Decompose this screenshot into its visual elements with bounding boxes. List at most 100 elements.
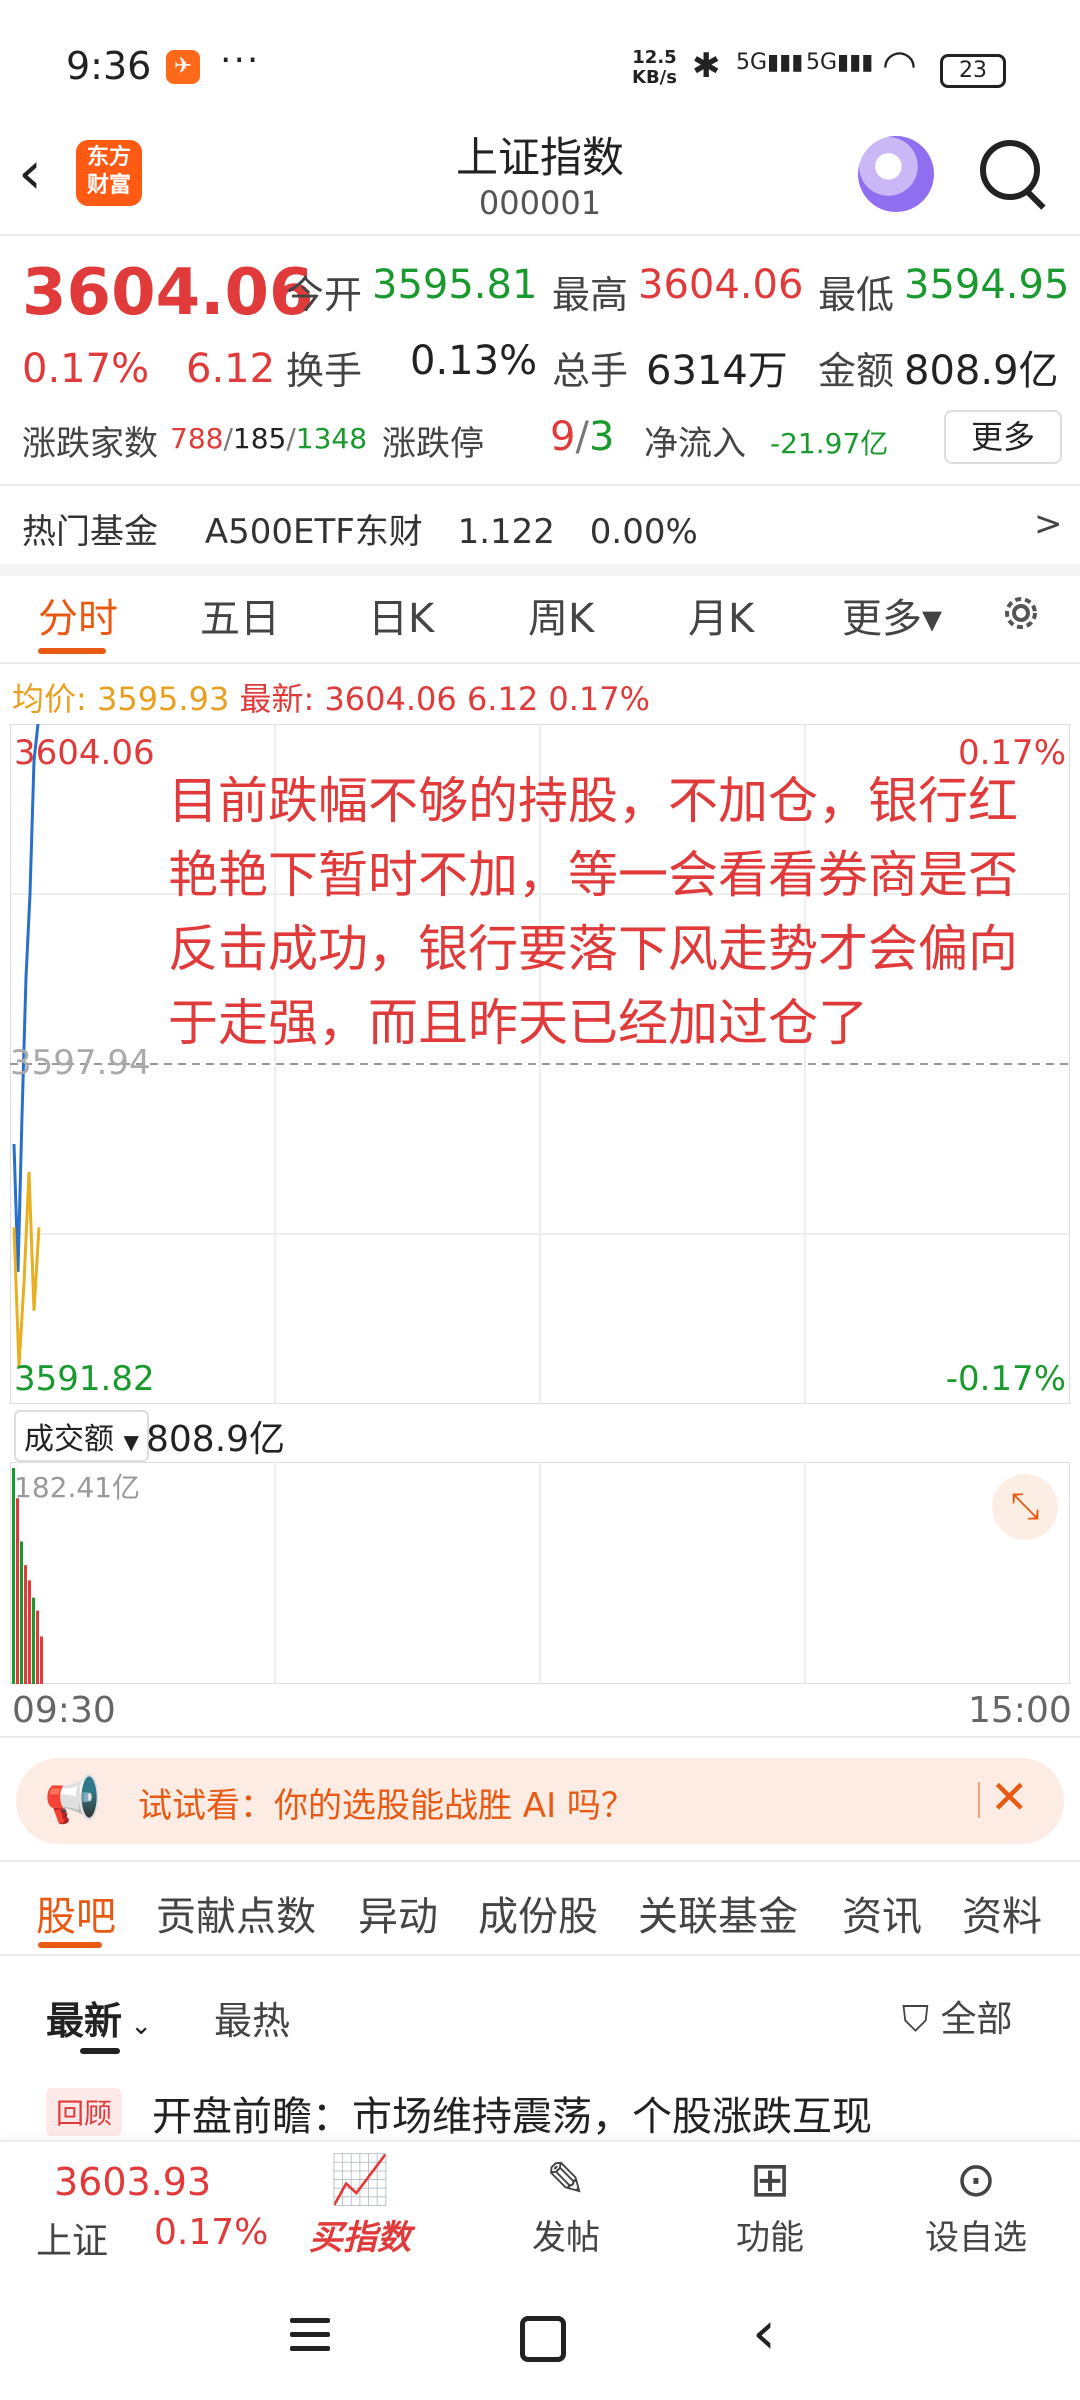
bottom-price[interactable]: 3603.93 <box>54 2160 211 2204</box>
tab-intraday[interactable]: 分时 <box>38 586 118 644</box>
home-icon[interactable] <box>520 2316 566 2362</box>
notification-app-icon: ✈ <box>166 50 200 84</box>
tab-more[interactable]: 更多▾ <box>842 586 942 644</box>
edit-icon: ✎ <box>545 2152 587 2208</box>
search-icon[interactable] <box>980 140 1040 200</box>
wifi-icon: ◠ <box>882 42 917 88</box>
sort-indicator <box>80 2048 120 2054</box>
buy-index-label: 买指数 <box>309 2218 411 2258</box>
bottom-index-name[interactable]: 上证 <box>36 2212 108 2264</box>
tab-related-funds[interactable]: 关联基金 <box>638 1884 798 1942</box>
volume-bar <box>24 1565 27 1684</box>
turnover-label: 换手 <box>286 349 363 393</box>
filter-button[interactable]: ⛉ 全部 <box>902 1990 1012 2042</box>
sort-newest[interactable]: 最新 ⌄ <box>46 1990 152 2045</box>
amount-label: 金额 <box>818 349 895 393</box>
avg-price-line: 均价: 3595.93 最新: 3604.06 6.12 0.17% <box>12 674 650 720</box>
post-button[interactable]: ✎ 发帖 <box>496 2150 636 2259</box>
y-bottom-label: 3591.82 <box>14 1359 155 1399</box>
status-time: 9:36 <box>66 44 152 88</box>
open-value: 3595.81 <box>372 262 538 308</box>
hot-fund-row[interactable]: 热门基金 A500ETF东财 1.122 0.00% <box>22 504 698 553</box>
hot-fund-change: 0.00% <box>589 512 698 552</box>
more-button[interactable]: 更多 <box>944 410 1062 464</box>
filter-label: 全部 <box>940 1999 1013 2040</box>
section-tabs-divider <box>0 1954 1080 1956</box>
hot-fund-label: 热门基金 <box>22 512 158 552</box>
amount-value: 808.9亿 <box>904 348 1059 394</box>
bluetooth-icon: ✱ <box>692 46 721 86</box>
hot-fund-price: 1.122 <box>457 512 555 552</box>
net-speed-value: 12.5 <box>632 47 677 68</box>
hot-fund-arrow-icon[interactable]: > <box>1034 504 1063 544</box>
menu-icon[interactable] <box>290 2318 330 2360</box>
price-line <box>12 724 40 1272</box>
tab-constituents[interactable]: 成份股 <box>478 1884 598 1942</box>
more-circle-icon: ⊙ <box>955 2152 997 2208</box>
add-watchlist-button[interactable]: ⊙ 设自选 <box>906 2150 1046 2259</box>
tab-news[interactable]: 资讯 <box>842 1884 922 1942</box>
expand-icon[interactable]: ⤡ <box>992 1474 1058 1540</box>
low-value: 3594.95 <box>904 262 1070 308</box>
volume-chart[interactable] <box>10 1462 1070 1684</box>
avg-value: 3595.93 <box>96 680 230 718</box>
time-end-label: 15:00 <box>968 1690 1072 1731</box>
tab-monthly-k[interactable]: 月K <box>688 586 754 644</box>
time-start-label: 09:30 <box>12 1690 116 1731</box>
breadth-flat: 185 <box>232 422 287 455</box>
megaphone-icon: 📢 <box>44 1772 102 1826</box>
functions-label: 功能 <box>736 2218 804 2258</box>
tab-contribution[interactable]: 贡献点数 <box>156 1884 316 1942</box>
tab-guba[interactable]: 股吧 <box>36 1884 116 1942</box>
breadth-label: 涨跌家数 <box>22 424 158 464</box>
volume-max-label: 182.41亿 <box>14 1471 140 1504</box>
tab-active-indicator <box>38 648 106 654</box>
promo-text[interactable]: 试试看：你的选股能战胜 AI 吗？ <box>138 1778 635 1827</box>
volume-total: 808.9亿 <box>146 1419 286 1460</box>
add-watchlist-label: 设自选 <box>925 2218 1027 2258</box>
pct-bottom-label: -0.17% <box>946 1359 1066 1399</box>
volume-bar <box>32 1597 35 1684</box>
low-label: 最低 <box>818 273 895 317</box>
quote-divider <box>0 484 1080 486</box>
volume-label: 总手 <box>552 349 629 393</box>
ai-assistant-icon[interactable] <box>858 136 934 212</box>
close-icon[interactable]: ✕ <box>990 1770 1029 1824</box>
net-speed-unit: KB/s <box>632 67 677 88</box>
y-mid-label: 3597.94 <box>10 1043 151 1083</box>
tab-daily-k[interactable]: 日K <box>368 586 434 644</box>
breadth-up: 788 <box>170 422 224 455</box>
tab-profile[interactable]: 资料 <box>962 1884 1042 1942</box>
nav-back-icon[interactable]: ‹ <box>752 2298 776 2368</box>
change-value: 6.12 <box>186 346 276 392</box>
gear-icon[interactable] <box>998 590 1044 636</box>
volume-type-select[interactable]: 成交额 ▼ <box>14 1410 149 1462</box>
promo-divider <box>0 1860 1080 1862</box>
post-label: 发帖 <box>532 2218 600 2258</box>
limit-label: 涨跌停 <box>382 424 484 464</box>
battery-icon: 23 <box>940 54 1006 88</box>
filter-icon: ⛉ <box>902 1999 941 2040</box>
signal-1-label: 5G <box>736 50 768 75</box>
post-tag: 回顾 <box>46 2088 123 2136</box>
signal-1-icon: 5G▮▮▮ <box>736 50 804 75</box>
volume-value: 6314万 <box>646 348 788 394</box>
tab-movement[interactable]: 异动 <box>358 1884 438 1942</box>
functions-button[interactable]: ⊞ 功能 <box>700 2150 840 2259</box>
volume-bar <box>40 1636 43 1684</box>
buy-index-button[interactable]: 📈 买指数 <box>290 2150 430 2259</box>
header-divider <box>0 234 1080 236</box>
netflow-value: -21.97亿 <box>770 427 889 460</box>
volume-bar <box>28 1580 31 1684</box>
tab-weekly-k[interactable]: 周K <box>528 586 594 644</box>
sort-hottest[interactable]: 最热 <box>214 1990 290 2045</box>
tab-five-day[interactable]: 五日 <box>200 586 280 644</box>
chart-trend-icon: 📈 <box>330 2152 390 2208</box>
section-gap <box>0 564 1080 576</box>
latest-value: 3604.06 <box>324 680 457 718</box>
status-bar: 9:36 ✈ ··· 12.5 KB/s ✱ 5G▮▮▮ 5G▮▮▮ ◠ 23 <box>0 0 1080 130</box>
post-title[interactable]: 开盘前瞻：市场维持震荡，个股涨跌互现 <box>152 2084 872 2142</box>
promo-separator <box>978 1782 980 1818</box>
user-annotation: 目前跌幅不够的持股，不加仓，银行红艳艳下暂时不加，等一会看看券商是否反击成功，银… <box>168 772 1018 1052</box>
bottom-pct[interactable]: 0.17% <box>154 2212 268 2253</box>
